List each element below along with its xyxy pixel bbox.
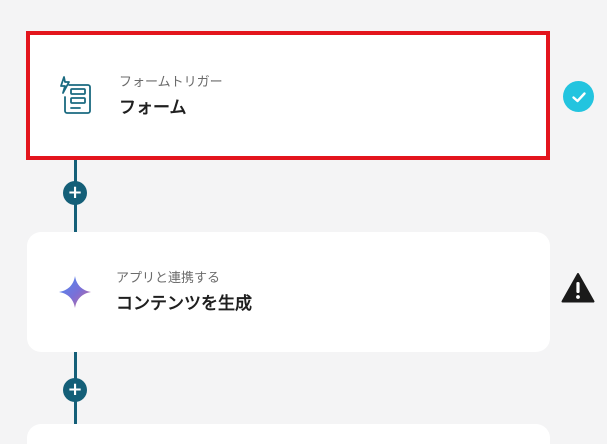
warning-icon [561, 272, 595, 304]
flow-step-next-card[interactable] [27, 424, 550, 444]
add-step-button[interactable]: + [63, 181, 87, 205]
form-trigger-icon [56, 75, 96, 115]
step-subtitle: フォームトリガー [119, 75, 223, 90]
check-icon [563, 81, 594, 112]
step-title: コンテンツを生成 [116, 294, 252, 314]
flow-step-form-trigger[interactable]: フォームトリガー フォーム [26, 31, 550, 160]
step-title: フォーム [119, 98, 187, 118]
step-text: フォームトリガー フォーム [119, 74, 223, 121]
step-subtitle: アプリと連携する [116, 271, 221, 286]
add-step-button[interactable]: + [63, 378, 87, 402]
step-text: アプリと連携する コンテンツを生成 [116, 270, 252, 317]
flow-step-generate-content[interactable]: アプリと連携する コンテンツを生成 [27, 232, 550, 352]
gemini-sparkle-icon [55, 272, 95, 312]
